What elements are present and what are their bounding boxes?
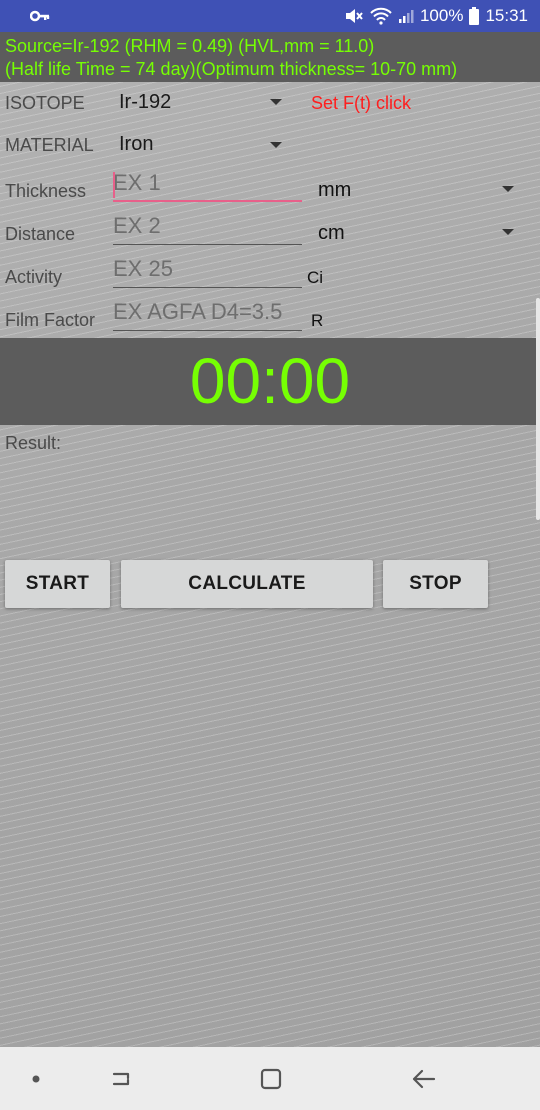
chevron-down-icon [502, 186, 514, 192]
home-icon[interactable] [258, 1047, 284, 1110]
distance-row: Distance EX 2 cm [0, 211, 540, 251]
activity-unit: Ci [307, 268, 324, 287]
source-info-line: Source=Ir-192 (RHM = 0.49) (HVL,mm = 11.… [5, 36, 375, 56]
chevron-down-icon [502, 229, 514, 235]
film-factor-placeholder: EX AGFA D4=3.5 [113, 299, 283, 324]
back-icon[interactable] [410, 1047, 438, 1110]
activity-label: Activity [5, 267, 63, 287]
isotope-row: ISOTOPE Ir-192 Set F(t) click [0, 84, 540, 124]
distance-unit-spinner[interactable]: cm [312, 211, 522, 251]
half-life-info-line: (Half life Time = 74 day)(Optimum thickn… [5, 59, 458, 79]
countdown-timer: 00:00 [0, 338, 540, 425]
isotope-spinner[interactable]: Ir-192 [113, 84, 288, 122]
thickness-unit-spinner[interactable]: mm [312, 168, 522, 208]
navigation-bar [0, 1047, 540, 1110]
signal-icon [398, 8, 414, 24]
key-icon [30, 9, 50, 23]
activity-row: Activity EX 25 Ci [0, 254, 540, 294]
start-button[interactable]: START [5, 560, 110, 608]
thickness-unit-value: mm [318, 179, 352, 201]
stop-button[interactable]: STOP [383, 560, 488, 608]
film-factor-input[interactable]: EX AGFA D4=3.5 [113, 297, 302, 331]
activity-input[interactable]: EX 25 [113, 254, 302, 288]
thickness-input[interactable]: EX 1 [113, 168, 302, 202]
text-cursor [113, 172, 115, 198]
thickness-label: Thickness [5, 181, 87, 201]
isotope-value: Ir-192 [119, 91, 172, 113]
thickness-placeholder: EX 1 [113, 170, 161, 195]
material-row: MATERIAL Iron [0, 126, 540, 166]
wifi-icon [370, 7, 392, 25]
status-bar: 100% 15:31 [0, 0, 540, 32]
distance-unit-value: cm [318, 222, 345, 244]
distance-label: Distance [5, 224, 76, 244]
distance-input[interactable]: EX 2 [113, 211, 302, 245]
activity-placeholder: EX 25 [113, 256, 173, 281]
material-value: Iron [119, 133, 154, 155]
result-label: Result: [5, 433, 62, 453]
material-label: MATERIAL [5, 135, 94, 155]
battery-icon [469, 7, 480, 25]
distance-placeholder: EX 2 [113, 213, 161, 238]
battery-percent: 100% [419, 6, 464, 25]
source-info-header: Source=Ir-192 (RHM = 0.49) (HVL,mm = 11.… [0, 32, 540, 82]
material-spinner[interactable]: Iron [113, 126, 288, 164]
film-factor-label: Film Factor [5, 310, 95, 330]
chevron-down-icon [270, 99, 282, 105]
set-ft-link[interactable]: Set F(t) click [311, 93, 411, 114]
clock: 15:31 [485, 6, 528, 25]
chevron-down-icon [270, 142, 282, 148]
isotope-label: ISOTOPE [5, 93, 85, 113]
dot-icon[interactable] [30, 1047, 42, 1110]
mute-icon [344, 7, 364, 25]
thickness-row: Thickness EX 1 mm [0, 168, 540, 208]
scrollbar[interactable] [536, 298, 540, 520]
film-factor-row: Film Factor EX AGFA D4=3.5 R [0, 297, 540, 337]
film-factor-unit: R [311, 311, 324, 330]
recent-apps-icon[interactable] [108, 1047, 134, 1110]
calculate-button[interactable]: CALCULATE [121, 560, 373, 608]
